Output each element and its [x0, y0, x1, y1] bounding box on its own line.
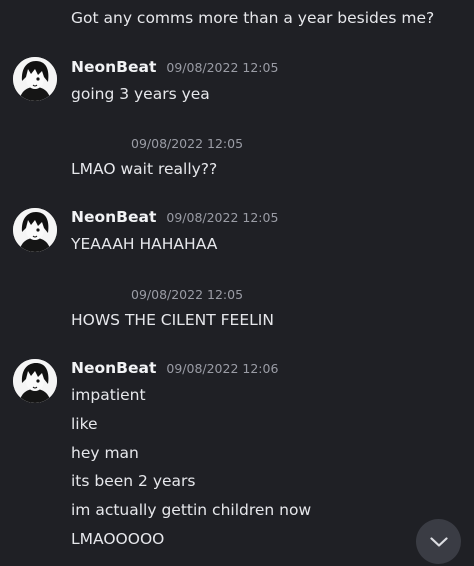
message-text: HOWS THE CILENT FEELIN — [71, 311, 274, 329]
message-text: its been 2 years — [71, 472, 196, 490]
timestamp: 09/08/2022 12:05 — [166, 60, 279, 75]
timestamp: 09/08/2022 12:05 — [131, 287, 244, 302]
message-text: hey man — [71, 444, 139, 462]
message-text: going 3 years yea — [71, 85, 210, 103]
message-text: LMAOOOOO — [71, 530, 165, 548]
chevron-down-icon — [429, 536, 448, 547]
anime-avatar-icon — [13, 57, 57, 101]
scroll-to-bottom-button[interactable] — [416, 519, 461, 564]
timestamp: 09/08/2022 12:06 — [166, 361, 279, 376]
message-header: NeonBeat 09/08/2022 12:06 — [71, 359, 278, 377]
message-text: im actually gettin children now — [71, 501, 312, 519]
username[interactable]: NeonBeat — [71, 359, 156, 377]
user-avatar[interactable] — [13, 359, 57, 403]
timestamp: 09/08/2022 12:05 — [166, 210, 279, 225]
message-text: Got any comms more than a year besides m… — [71, 9, 435, 27]
user-avatar[interactable] — [13, 208, 57, 252]
message-text: YEAAAH HAHAHAA — [71, 235, 218, 253]
message-text: LMAO wait really?? — [71, 160, 218, 178]
user-avatar[interactable] — [13, 57, 57, 101]
message-text: impatient — [71, 386, 146, 404]
message-header: NeonBeat 09/08/2022 12:05 — [71, 58, 278, 76]
message-text: like — [71, 415, 98, 433]
username[interactable]: NeonBeat — [71, 58, 156, 76]
username[interactable]: NeonBeat — [71, 208, 156, 226]
timestamp: 09/08/2022 12:05 — [131, 136, 244, 151]
anime-avatar-icon — [13, 208, 57, 252]
message-header: NeonBeat 09/08/2022 12:05 — [71, 208, 278, 226]
anime-avatar-icon — [13, 359, 57, 403]
